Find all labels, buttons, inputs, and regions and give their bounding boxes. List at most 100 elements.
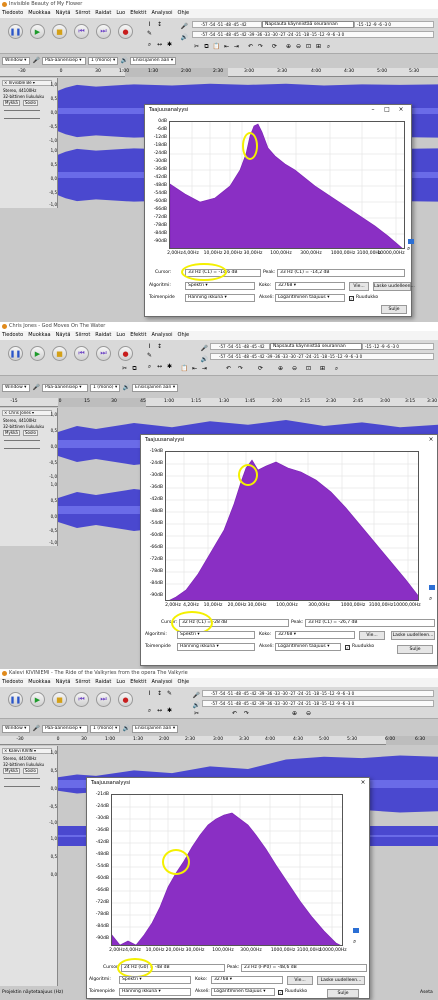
zoom-in-icon[interactable]: ⊕ [276,365,285,373]
record-button[interactable]: ● [118,24,133,39]
cut-icon[interactable]: ✂ [192,710,201,718]
record-button[interactable]: ● [118,692,133,707]
timeline-ruler[interactable]: -15 0 15 30 45 1:00 1:15 1:30 1:45 2:00 … [0,398,438,407]
close-button[interactable]: Sulje [327,989,359,998]
channels-select[interactable]: 1 (mono) ▾ [90,725,120,733]
copy-icon[interactable]: ⧉ [130,365,139,373]
menu-help[interactable]: Ohje [178,679,190,685]
speaker-icon[interactable]: 🔊 [192,702,201,710]
fit-selection-icon[interactable]: ⊡ [304,365,313,373]
trim-icon[interactable]: ⇤ [190,365,199,373]
zoom-toggle-icon[interactable]: ⌕ [324,43,333,51]
pan-slider[interactable] [4,118,40,119]
pause-button[interactable]: ❚❚ [8,24,23,39]
recording-device-select[interactable]: Pää-äänensiep ▾ [42,725,88,733]
zoom-slider[interactable] [408,239,414,244]
menu-help[interactable]: Ohje [178,332,190,338]
stop-button[interactable]: ■ [52,692,67,707]
menu-generate[interactable]: Luo [116,10,125,16]
mute-button[interactable]: Mykkä [3,100,20,106]
replot-button[interactable]: Laske uudelleen... [317,976,365,985]
timeline-ruler[interactable]: -30 0 30 1:00 1:30 2:00 2:30 3:00 3:30 4… [0,736,438,745]
zoom-slider[interactable] [429,585,435,590]
skip-start-button[interactable]: ⏮ [74,346,89,361]
multi-tool-icon[interactable]: ✱ [165,41,174,49]
mute-button[interactable]: Mykkä [3,430,20,436]
recording-device-select[interactable]: Pää-äänensiep ▾ [42,57,86,65]
algorithm-select[interactable]: Spektri ▾ [177,631,255,639]
audio-host-select[interactable]: Window ▾ [2,384,30,392]
undo-icon[interactable]: ↶ [224,365,233,373]
mute-button[interactable]: Mykkä [3,768,20,774]
menu-view[interactable]: Näytä [56,679,71,685]
mic-icon[interactable]: 🎤 [180,23,189,31]
silence-icon[interactable]: ⇥ [232,43,241,51]
maximize-icon[interactable]: □ [383,106,391,113]
draw-tool-icon[interactable]: ✎ [145,30,154,38]
function-select[interactable]: Hanning ikkuna ▾ [185,294,255,302]
solo-button[interactable]: Soolo [23,430,38,436]
zoom-tool-icon[interactable]: ⌕ [145,363,154,371]
speaker-icon[interactable]: 🔊 [180,34,189,42]
menu-file[interactable]: Tiedosto [2,10,23,16]
channels-select[interactable]: 1 (mono) ▾ [88,57,118,65]
playback-meter[interactable]: -57 -54 -51 -48 -45 -42 -39 -36 -33 -30 … [210,353,434,360]
export-button[interactable]: Vie... [359,631,385,640]
zoom-in-icon[interactable]: ⊕ [290,710,299,718]
menu-file[interactable]: Tiedosto [2,332,23,338]
gain-slider[interactable] [4,778,40,779]
zoom-slider-icon[interactable]: ⌕ [407,245,410,253]
spectrum-plot[interactable] [169,121,405,249]
menu-edit[interactable]: Muokkaa [28,332,50,338]
selection-tool-icon[interactable]: I [145,690,154,698]
close-icon[interactable]: × [359,779,367,786]
mic-icon[interactable]: 🎤 [200,345,209,353]
zoom-slider[interactable] [353,928,359,933]
zoom-tool-icon[interactable]: ⌕ [145,41,154,49]
menu-analyze[interactable]: Analysoi [151,332,172,338]
record-meter[interactable]: -57 -54 -51 -48 -45 -42 [210,343,270,350]
silence-icon[interactable]: ⇥ [200,365,209,373]
monitor-hint[interactable]: Napsauta käynnistää seurannan [270,343,362,350]
fit-selection-icon[interactable]: ⊡ [304,43,313,51]
gain-slider[interactable] [4,110,40,111]
record-meter[interactable]: -57 -54 -51 -48 -45 -42 [192,21,262,28]
solo-button[interactable]: Soolo [23,100,38,106]
redo-icon[interactable]: ↷ [236,365,245,373]
menu-effects[interactable]: Efektit [130,679,146,685]
zoom-slider-icon[interactable]: ⌕ [353,938,356,946]
speaker-icon[interactable]: 🔊 [200,356,209,364]
zoom-out-icon[interactable]: ⊖ [304,710,313,718]
replot-button[interactable]: Laske uudelleen... [373,282,415,291]
paste-icon[interactable]: 📋 [212,43,221,51]
menu-edit[interactable]: Muokkaa [28,679,50,685]
function-select[interactable]: Hanning ikkuna ▾ [119,988,191,996]
record-meter[interactable]: -57 -54 -51 -48 -45 -42 -39 -36 -33 -30 … [202,690,434,697]
play-button[interactable]: ▶ [30,346,45,361]
function-select[interactable]: Hanning ikkuna ▾ [177,643,255,651]
grids-checkbox[interactable]: ✓ [345,645,350,650]
menu-analyze[interactable]: Analysoi [151,679,172,685]
gain-slider[interactable] [4,440,40,441]
trim-icon[interactable]: ⇤ [222,43,231,51]
grids-checkbox[interactable]: ✓ [349,296,354,301]
audio-host-select[interactable]: Window ▾ [2,725,30,733]
playback-device-select[interactable]: Ensisijainen ään ▾ [132,384,178,392]
zoom-out-icon[interactable]: ⊖ [294,43,303,51]
solo-button[interactable]: Soolo [23,768,38,774]
menu-transport[interactable]: Siirrot [75,332,90,338]
grids-checkbox[interactable]: ✓ [278,990,283,995]
menu-help[interactable]: Ohje [178,10,190,16]
zoom-slider-icon[interactable]: ⌕ [429,595,432,603]
zoom-in-icon[interactable]: ⊕ [284,43,293,51]
menu-file[interactable]: Tiedosto [2,679,23,685]
axis-select[interactable]: Logaritminen taajuus ▾ [275,294,345,302]
replot-button[interactable]: Laske uudelleen... [391,631,435,640]
audio-host-select[interactable]: Window ▾ [2,57,30,65]
pan-slider[interactable] [4,786,40,787]
menu-view[interactable]: Näytä [56,332,71,338]
timeshift-tool-icon[interactable]: ↔ [155,41,164,49]
pause-button[interactable]: ❚❚ [8,692,23,707]
sync-lock-icon[interactable]: ⟳ [256,365,265,373]
copy-icon[interactable]: ⧉ [202,43,211,51]
